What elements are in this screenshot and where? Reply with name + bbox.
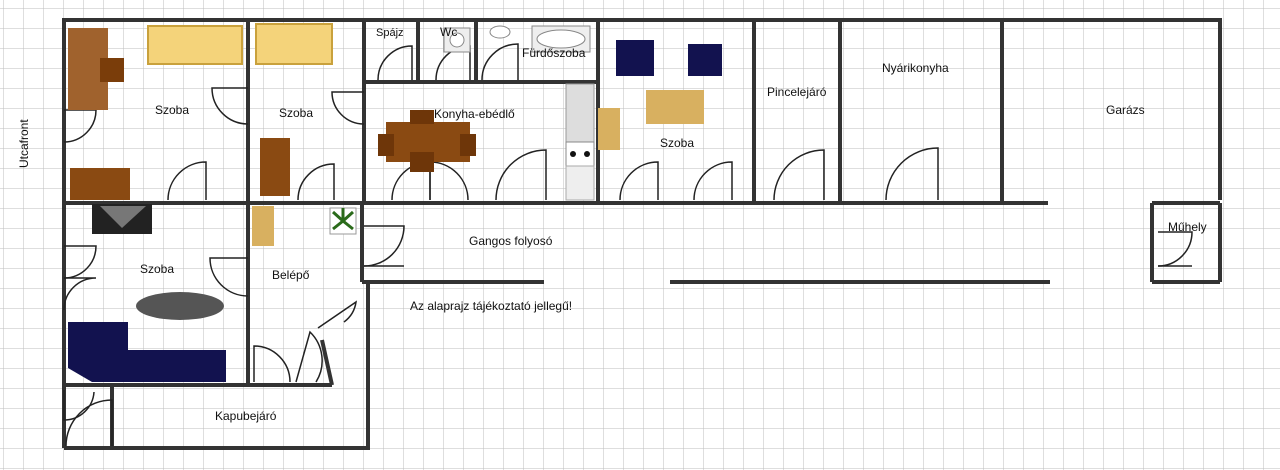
bed (255, 23, 333, 65)
room-label-pincelejaro: Pincelejáró (767, 85, 827, 99)
rug (136, 292, 224, 320)
kitchen-counter (565, 165, 595, 201)
room-label-szoba-4: Szoba (140, 262, 174, 276)
armchair (616, 40, 654, 76)
room-label-konyha-ebedlo: Konyha-ebédlő (434, 107, 515, 121)
room-label-furdoszoba: Fürdőszoba (522, 46, 586, 60)
bed (147, 25, 243, 65)
room-label-nyarikonyha: Nyárikonyha (882, 61, 949, 75)
cabinet (252, 206, 274, 246)
room-label-wc: Wc (440, 25, 457, 39)
wardrobe (260, 138, 290, 196)
desk (100, 58, 124, 82)
room-label-muhely: Műhely (1168, 220, 1207, 234)
chair (378, 134, 394, 156)
armchair (688, 44, 722, 76)
floor-plan: Utcafront Szoba Szoba Spájz Wc Fürdőszob… (0, 0, 1280, 470)
room-label-szoba-1: Szoba (155, 103, 189, 117)
room-label-street-front: Utcafront (17, 119, 31, 168)
chair (410, 152, 434, 172)
cabinet (70, 168, 130, 200)
chair (410, 110, 434, 124)
disclaimer-note: Az alaprajz tájékoztató jellegű! (410, 299, 572, 313)
room-label-garazs: Garázs (1106, 103, 1145, 117)
room-label-kapubejaro: Kapubejáró (215, 409, 277, 423)
cabinet (598, 108, 620, 150)
chair (460, 134, 476, 156)
room-label-gangos-folyoso: Gangos folyosó (469, 234, 553, 248)
plant-icon (329, 207, 357, 235)
sink (489, 25, 511, 39)
room-label-szoba-2: Szoba (279, 106, 313, 120)
room-label-szoba-3: Szoba (660, 136, 694, 150)
table (646, 90, 704, 124)
kitchen-counter (565, 83, 595, 143)
room-label-belepo: Belépő (272, 268, 310, 282)
room-label-spajz: Spájz (376, 27, 404, 39)
